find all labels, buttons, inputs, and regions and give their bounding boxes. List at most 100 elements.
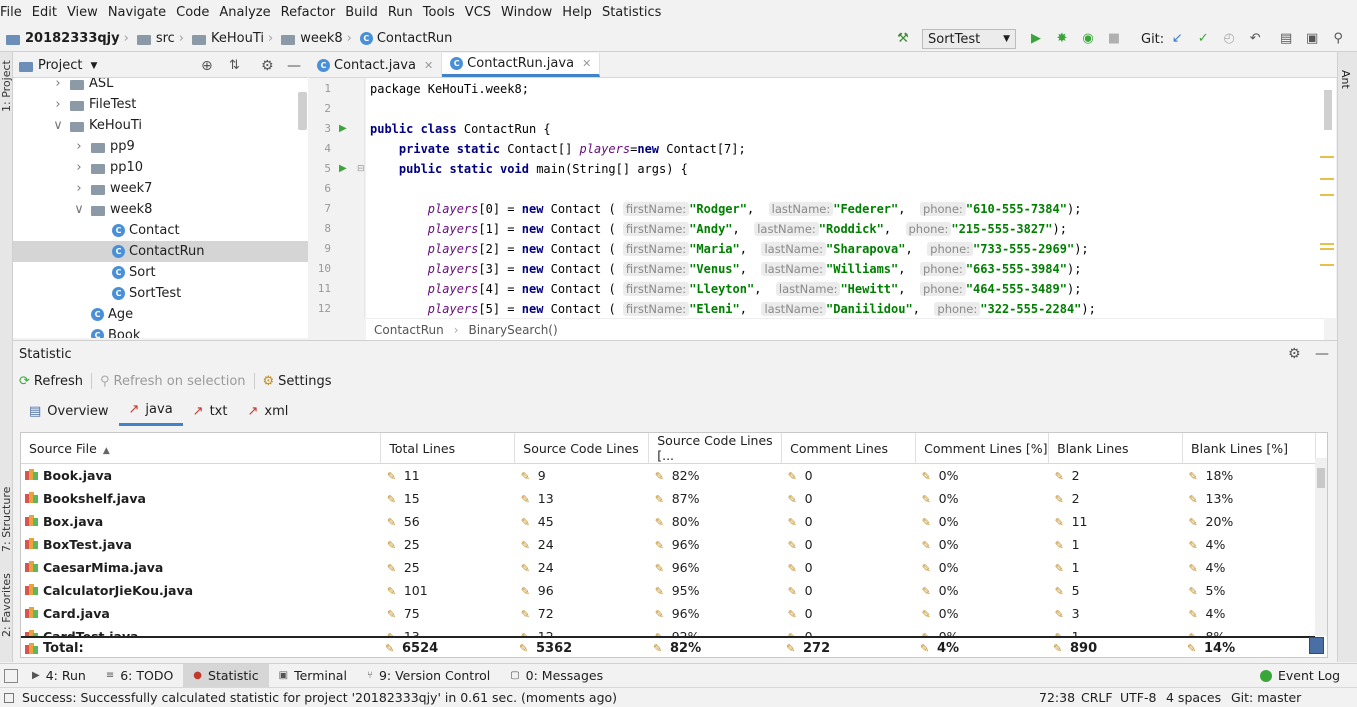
status-toggle-icon[interactable] [4, 692, 14, 703]
chevron-right-icon[interactable]: › [73, 178, 85, 199]
menu-tools[interactable]: Tools [418, 0, 460, 26]
breadcrumb-item[interactable]: 20182333qjy › [4, 31, 135, 46]
table-row[interactable]: Box.java ✎ 56 ✎ 45 ✎ 80% ✎ 0 ✎ 0% ✎ 11 ✎ 20% [21, 510, 1316, 533]
menu-view[interactable]: View [62, 0, 103, 26]
collapse-icon[interactable]: ⇅ [229, 58, 240, 73]
git-branch[interactable]: Git: master [1231, 690, 1301, 705]
run-class-icon[interactable]: ▶ [339, 123, 347, 134]
search-icon[interactable]: ⚲ [1330, 31, 1346, 47]
scroll-thumb[interactable] [1317, 468, 1325, 488]
tree-scrollbar[interactable] [298, 92, 307, 130]
minimize-icon[interactable]: — [1315, 346, 1329, 362]
chevron-down-icon[interactable]: ∨ [52, 115, 64, 136]
ant-tab[interactable]: Ant [1339, 70, 1352, 89]
menu-build[interactable]: Build [340, 0, 383, 26]
file-encoding[interactable]: UTF-8 [1120, 690, 1156, 705]
warning-mark[interactable] [1320, 248, 1334, 250]
table-row[interactable]: Card.java ✎ 75 ✎ 72 ✎ 96% ✎ 0 ✎ 0% ✎ 3 ✎ 4% [21, 602, 1316, 625]
tree-item-pp9[interactable]: › pp9 [73, 136, 134, 157]
tool-window-versioncontrol[interactable]: ⑂ 9: Version Control [357, 664, 500, 688]
tree-item-pp10[interactable]: › pp10 [73, 157, 143, 178]
indent-setting[interactable]: 4 spaces [1166, 690, 1221, 705]
column-header[interactable]: Source Code Lines [... [648, 433, 783, 464]
editor-breadcrumb-item[interactable]: BinarySearch() [469, 323, 558, 337]
tree-item-book[interactable]: C Book [73, 325, 140, 338]
chevron-right-icon[interactable]: › [52, 78, 64, 94]
refresh-selection-button[interactable]: Refresh on selection [114, 374, 246, 389]
table-scrollbar[interactable] [1315, 458, 1327, 636]
breadcrumb-item[interactable]: week8 › [279, 31, 358, 46]
build-hammer-icon[interactable]: ⚒ [895, 31, 911, 47]
warning-mark[interactable] [1320, 156, 1334, 158]
tool-window-terminal[interactable]: ▣ Terminal [269, 664, 357, 688]
stop-icon[interactable]: ■ [1106, 31, 1122, 47]
menu-statistics[interactable]: Statistics [597, 0, 666, 26]
run-icon[interactable]: ▶ [1028, 31, 1044, 47]
table-row[interactable]: CaesarMima.java ✎ 25 ✎ 24 ✎ 96% ✎ 0 ✎ 0% ✎ 1 ✎ 4% [21, 556, 1316, 579]
tree-item-week8[interactable]: ∨ week8 [73, 199, 152, 220]
menu-analyze[interactable]: Analyze [214, 0, 275, 26]
tool-window-messages[interactable]: ▢ 0: Messages [500, 664, 613, 688]
menu-help[interactable]: Help [557, 0, 597, 26]
menu-navigate[interactable]: Navigate [103, 0, 171, 26]
stat-tab-xml[interactable]: ↗ xml [237, 396, 298, 426]
chevron-right-icon[interactable]: › [73, 136, 85, 157]
chevron-down-icon[interactable]: ∨ [73, 199, 85, 220]
tree-item-kehouti[interactable]: ∨ KeHouTi [52, 115, 142, 136]
table-row[interactable]: Bookshelf.java ✎ 15 ✎ 13 ✎ 87% ✎ 0 ✎ 0% ✎ 2 ✎ 13% [21, 487, 1316, 510]
warning-mark[interactable] [1320, 194, 1334, 196]
close-icon[interactable]: ✕ [424, 59, 433, 72]
tree-item-sort[interactable]: C Sort [94, 262, 156, 283]
table-row[interactable]: Book.java ✎ 11 ✎ 9 ✎ 82% ✎ 0 ✎ 0% ✎ 2 ✎ 18% [21, 464, 1316, 487]
column-header[interactable]: Total Lines [380, 433, 516, 464]
line-separator[interactable]: CRLF [1081, 690, 1113, 705]
tool-window-statistic[interactable]: ● Statistic [183, 663, 269, 688]
column-header[interactable]: Source File ▲ [21, 433, 382, 464]
breadcrumb-item[interactable]: src › [135, 31, 190, 46]
tool-window-todo[interactable]: ≡ 6: TODO [96, 664, 183, 688]
side-tab-structure[interactable]: 7: Structure [0, 487, 13, 552]
column-header[interactable]: Blank Lines [1048, 433, 1184, 464]
menu-run[interactable]: Run [383, 0, 418, 26]
breadcrumb-item[interactable]: KeHouTi › [190, 31, 279, 46]
locate-icon[interactable]: ⊕ [201, 58, 213, 74]
close-icon[interactable]: ✕ [582, 57, 591, 70]
git-update-icon[interactable]: ↙ [1169, 31, 1185, 47]
tree-item-age[interactable]: C Age [73, 304, 133, 325]
menu-code[interactable]: Code [171, 0, 214, 26]
project-structure-icon[interactable]: ▤ [1278, 31, 1294, 47]
side-tab-favorites[interactable]: 2: Favorites [0, 573, 13, 637]
menu-vcs[interactable]: VCS [460, 0, 496, 26]
column-header[interactable]: Source Code Lines [514, 433, 650, 464]
settings-button[interactable]: Settings [278, 374, 331, 389]
editor-breadcrumb-item[interactable]: ContactRun [374, 323, 444, 337]
chevron-right-icon[interactable]: › [52, 94, 64, 115]
git-commit-check-icon[interactable]: ✓ [1195, 31, 1211, 47]
stat-tab-txt[interactable]: ↗ txt [183, 396, 238, 426]
code-editor[interactable]: package KeHouTi.week8; public class Conta… [366, 78, 1324, 318]
refresh-button[interactable]: Refresh [34, 374, 83, 389]
layout-icon[interactable]: ▣ [1304, 31, 1320, 47]
tree-item-filetest[interactable]: › FileTest [52, 94, 136, 115]
minimize-icon[interactable]: — [287, 58, 301, 74]
run-config-select[interactable]: SortTest ▼ [922, 29, 1016, 49]
tree-item-sorttest[interactable]: C SortTest [94, 283, 181, 304]
side-tab-project[interactable]: 1: Project [0, 60, 13, 112]
event-log-button[interactable]: Event Log [1250, 664, 1350, 688]
debug-bug-icon[interactable]: ✸ [1054, 31, 1070, 47]
gear-icon[interactable]: ⚙ [261, 58, 274, 74]
breadcrumb-item[interactable]: C ContactRun [358, 31, 455, 46]
menu-edit[interactable]: Edit [27, 0, 62, 26]
menu-file[interactable]: File [0, 0, 27, 26]
panel-toggle-icon[interactable] [4, 668, 18, 683]
table-row[interactable]: BoxTest.java ✎ 25 ✎ 24 ✎ 96% ✎ 0 ✎ 0% ✎ 1 ✎ 4% [21, 533, 1316, 556]
stat-tab-overview[interactable]: ▤ Overview [19, 396, 119, 426]
editor-tab-contactrun-java[interactable]: C ContactRun.java ✕ [442, 53, 601, 77]
run-main-icon[interactable]: ▶ [339, 163, 347, 174]
coverage-icon[interactable]: ◉ [1080, 31, 1096, 47]
column-header[interactable]: Comment Lines [%] [915, 433, 1050, 464]
chevron-down-icon[interactable]: ▼ [90, 61, 97, 71]
editor-tab-contact-java[interactable]: C Contact.java ✕ [309, 53, 443, 77]
tree-item-week7[interactable]: › week7 [73, 178, 152, 199]
fold-marker-icon[interactable]: ⊟ [357, 164, 365, 174]
